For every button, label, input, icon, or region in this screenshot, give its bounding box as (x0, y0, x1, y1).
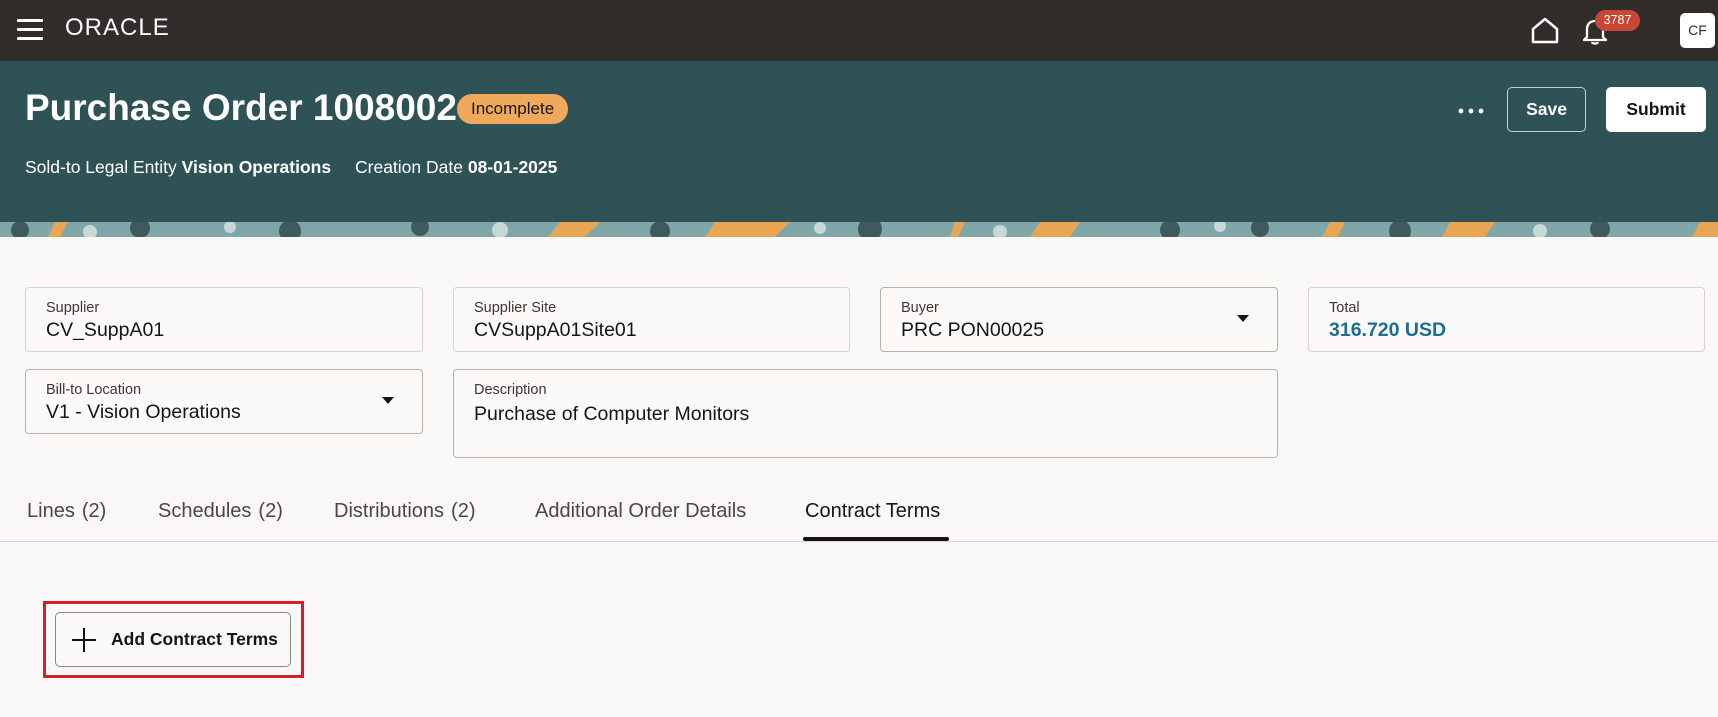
tab-contract-terms[interactable]: Contract Terms (805, 500, 940, 523)
save-button[interactable]: Save (1507, 87, 1586, 132)
total-label: Total (1329, 300, 1360, 316)
total-field: Total 316.720 USD (1308, 287, 1705, 352)
tab-schedules[interactable]: Schedules (2) (158, 500, 283, 523)
creation-date-info: Creation Date 08-01-2025 (355, 157, 557, 178)
active-tab-indicator (803, 537, 949, 541)
buyer-value: PRC PON00025 (901, 319, 1045, 341)
decorative-banner (0, 222, 1718, 237)
bill-to-location-select[interactable]: Bill-to Location V1 - Vision Operations (25, 369, 423, 434)
supplier-site-field: Supplier Site CVSuppA01Site01 (453, 287, 850, 352)
tab-label: Schedules (158, 500, 252, 522)
creation-date-value: 08-01-2025 (467, 157, 558, 177)
page-title: Purchase Order 1008002 (25, 87, 457, 128)
tab-label: Contract Terms (805, 500, 941, 522)
tab-bar: Lines (2) Schedules (2) Distributions (2) A… (0, 484, 1718, 542)
chevron-down-icon[interactable] (1237, 315, 1249, 322)
description-textarea[interactable]: Description Purchase of Computer Monitor… (453, 369, 1278, 458)
add-contract-terms-button[interactable]: Add Contract Terms (55, 612, 291, 667)
description-label: Description (474, 382, 547, 398)
description-value: Purchase of Computer Monitors (474, 403, 750, 425)
submit-button[interactable]: Submit (1606, 87, 1706, 132)
tab-count: (2) (451, 500, 476, 522)
menu-icon[interactable] (17, 19, 43, 41)
bill-to-location-value: V1 - Vision Operations (46, 401, 241, 423)
plus-icon (72, 628, 96, 652)
tab-label: Distributions (334, 500, 445, 522)
legal-entity-label: Sold-to Legal Entity (25, 157, 177, 177)
supplier-site-value: CVSuppA01Site01 (474, 319, 637, 341)
notification-count-badge: 3787 (1595, 10, 1640, 31)
tab-count: (2) (258, 500, 283, 522)
status-badge: Incomplete (457, 94, 569, 124)
oracle-logo: ORACLE (65, 14, 170, 41)
bill-to-location-label: Bill-to Location (46, 382, 142, 398)
tab-label: Lines (27, 500, 75, 522)
user-avatar[interactable]: CF (1680, 13, 1715, 48)
supplier-site-label: Supplier Site (474, 300, 557, 316)
add-contract-terms-label: Add Contract Terms (111, 629, 278, 649)
creation-date-label: Creation Date (355, 157, 463, 177)
home-icon[interactable] (1530, 16, 1560, 44)
more-actions-icon[interactable] (1456, 107, 1486, 115)
tab-count: (2) (81, 500, 107, 522)
global-header: ORACLE 3787 CF (0, 0, 1718, 61)
tab-additional-order-details[interactable]: Additional Order Details (535, 500, 746, 523)
tab-label: Additional Order Details (535, 500, 747, 522)
page-header: Purchase Order 1008002 Incomplete Sold-t… (0, 61, 1718, 237)
tab-distributions[interactable]: Distributions (2) (334, 500, 476, 523)
total-value: 316.720 USD (1329, 319, 1447, 341)
supplier-value: CV_SuppA01 (46, 319, 165, 341)
buyer-label: Buyer (901, 300, 939, 316)
buyer-select[interactable]: Buyer PRC PON00025 (880, 287, 1278, 352)
tab-lines[interactable]: Lines (2) (27, 500, 106, 523)
supplier-field: Supplier CV_SuppA01 (25, 287, 423, 352)
legal-entity-value: Vision Operations (181, 157, 332, 177)
supplier-label: Supplier (46, 300, 100, 316)
chevron-down-icon[interactable] (382, 397, 394, 404)
legal-entity-info: Sold-to Legal Entity Vision Operations (25, 157, 331, 178)
